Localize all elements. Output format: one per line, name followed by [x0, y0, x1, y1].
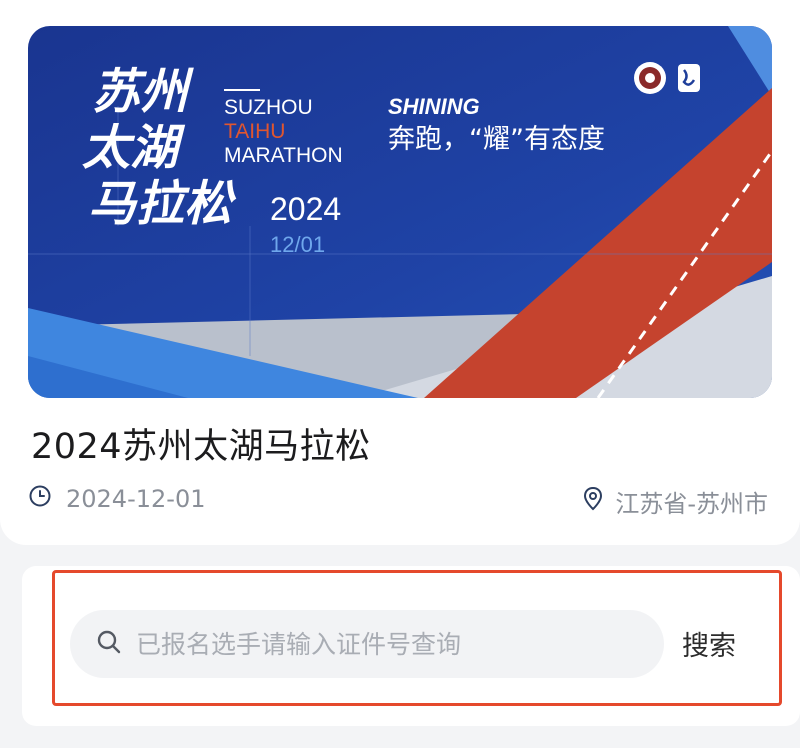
event-title[interactable]: 2024苏州太湖马拉松 [31, 418, 371, 469]
event-location: 江苏省-苏州市 [583, 484, 768, 519]
banner-year: 2024 [270, 191, 341, 227]
search-input[interactable] [136, 629, 656, 659]
location-pin-icon [583, 486, 603, 518]
event-meta: 2024-12-01 江苏省-苏州市 [28, 484, 768, 518]
banner-title-line-2: 太湖 [82, 120, 186, 176]
event-date-text: 2024-12-01 [66, 485, 206, 513]
banner-en-line-3: MARATHON [224, 144, 343, 167]
event-location-text: 江苏省-苏州市 [615, 490, 768, 518]
marathon-logo-icon [678, 64, 700, 92]
banner-artwork: 苏州 太湖 马拉松 SUZHOU TAIHU MARATHON 2024 12/… [28, 26, 772, 398]
banner-date: 12/01 [270, 232, 325, 257]
search-button[interactable]: 搜索 [682, 624, 736, 663]
banner-slogan-en: SHINING [388, 94, 480, 119]
banner-en-line-1: SUZHOU [224, 96, 313, 119]
search-icon [96, 629, 122, 659]
organizer-logo-icon [634, 62, 666, 94]
search-field[interactable] [70, 610, 664, 678]
event-date: 2024-12-01 [28, 484, 205, 514]
banner-title-line-1: 苏州 [92, 64, 194, 120]
event-card[interactable]: 苏州 太湖 马拉松 SUZHOU TAIHU MARATHON 2024 12/… [0, 0, 800, 545]
banner-title-line-3: 马拉松 [88, 176, 237, 232]
banner-slogan-cn: 奔跑，“耀”有态度 [388, 124, 605, 155]
banner-en-line-2: TAIHU [224, 120, 285, 143]
event-banner[interactable]: 苏州 太湖 马拉松 SUZHOU TAIHU MARATHON 2024 12/… [28, 26, 772, 398]
clock-icon [28, 484, 52, 514]
